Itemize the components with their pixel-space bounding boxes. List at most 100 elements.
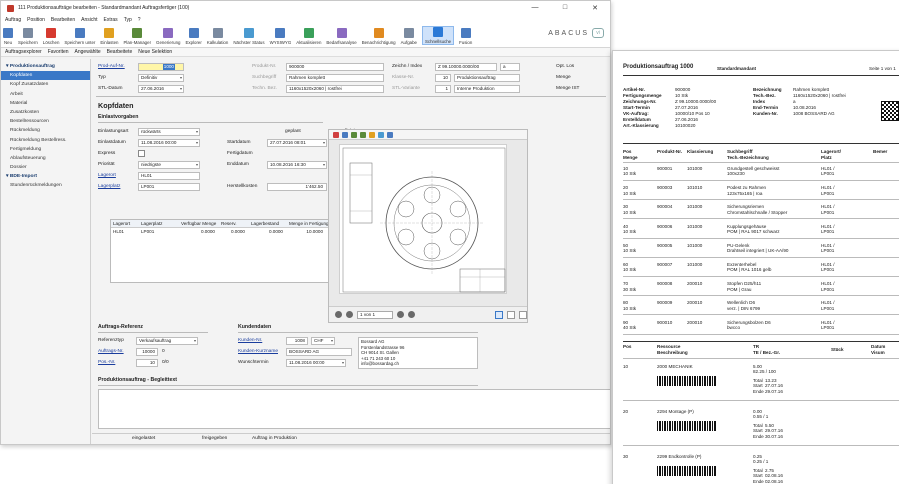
drawing-viewer: 1 von 1 bbox=[328, 129, 528, 323]
prioritaet-select[interactable]: niedrigste ▾ bbox=[138, 161, 200, 169]
favorites-tab[interactable]: Favoriten bbox=[48, 49, 69, 55]
kurzname-label[interactable]: Kunden-Kurzname bbox=[238, 348, 278, 356]
maximize-button[interactable]: □ bbox=[550, 4, 580, 12]
pdf-icon[interactable] bbox=[333, 131, 339, 138]
doc-row-produkt: 900001 bbox=[657, 166, 673, 171]
close-button[interactable]: ✕ bbox=[580, 4, 610, 12]
grid-cell: HL01 bbox=[113, 229, 124, 234]
first-page-icon[interactable] bbox=[335, 311, 342, 318]
lagerort-label[interactable]: Lagerort bbox=[98, 172, 116, 180]
grid-col-verfuegbar[interactable]: Verfügbar Menge bbox=[179, 220, 219, 227]
menu-help[interactable]: ? bbox=[138, 17, 141, 23]
auftrag-nr-label[interactable]: Auftrags-Nr. bbox=[98, 348, 124, 356]
pos-nr-input[interactable]: 10 bbox=[136, 359, 158, 367]
sidebar-item[interactable]: Kopfdaten bbox=[1, 71, 90, 81]
menu-auftrag[interactable]: Auftrag bbox=[5, 17, 21, 23]
grid-col-lagerort[interactable]: Lagerort bbox=[111, 220, 139, 227]
ribbon-toolbar: Neu Speichern Löschen Speichern unter Einlas… bbox=[1, 24, 610, 48]
auftrag-nr-input[interactable]: 10000 bbox=[136, 348, 158, 356]
doc-row-menge: 40 Stk bbox=[623, 325, 637, 330]
explorer-tab[interactable]: Auftragsexplorer bbox=[5, 49, 42, 55]
new-selection-tab[interactable]: Neue Selektion bbox=[138, 49, 172, 55]
express-checkbox[interactable] bbox=[138, 150, 145, 157]
sidebar-item[interactable]: Rückmeldung bbox=[1, 126, 90, 135]
selected-tab[interactable]: Angewählte bbox=[75, 49, 101, 55]
print-icon[interactable] bbox=[342, 131, 348, 138]
einlastdatum-input[interactable]: 11.08.2016 00:00 ▾ bbox=[138, 139, 200, 147]
referenztyp-select[interactable]: Verkaufsauftrag ▾ bbox=[136, 337, 198, 345]
typ-select[interactable]: Definitiv ▾ bbox=[138, 74, 184, 82]
lagerort-input[interactable]: HL01 bbox=[138, 172, 200, 180]
prod-auf-nr-input[interactable]: 1000 bbox=[138, 63, 184, 71]
save-button[interactable]: Speichern bbox=[18, 28, 38, 45]
sidebar-item[interactable]: Fertigmeldung bbox=[1, 145, 90, 154]
prod-auf-nr-label[interactable]: Prod-Auf-Nr. bbox=[98, 63, 125, 71]
task-button[interactable]: Aufgabe bbox=[401, 28, 417, 45]
grid-col-lagerplatz[interactable]: Lagerplatz bbox=[139, 220, 179, 227]
status-button[interactable]: Nächster Status bbox=[233, 28, 265, 45]
sidebar-item[interactable]: Stundenrückmeldungen bbox=[1, 181, 90, 190]
sidebar-item[interactable]: ▾ Produktionsauftrag bbox=[1, 62, 90, 71]
sidebar-item[interactable]: Kopf Zusatzdaten bbox=[1, 80, 90, 89]
wunschtermin-input[interactable]: 11.08.2016 00:00 ▾ bbox=[286, 359, 346, 367]
grid-view-icon[interactable] bbox=[507, 310, 515, 319]
last-page-icon[interactable] bbox=[408, 311, 415, 318]
currency-select[interactable]: CHF ▾ bbox=[311, 337, 335, 345]
sidebar-item[interactable]: Rückmeldung Bestellress. bbox=[1, 136, 90, 145]
grid-col-reserv[interactable]: Reserv. bbox=[219, 220, 249, 227]
refresh-button[interactable]: Aktualisieren bbox=[296, 28, 321, 45]
fit-icon[interactable] bbox=[378, 131, 384, 138]
ribbon-label: Speichern unter bbox=[64, 40, 96, 45]
sidebar-item[interactable]: Ablaufsteuerung bbox=[1, 154, 90, 163]
kunden-nr-label[interactable]: Kunden-Nr. bbox=[238, 337, 262, 345]
page-indicator[interactable]: 1 von 1 bbox=[357, 310, 393, 319]
calculator-button[interactable]: Kalkulation bbox=[207, 28, 228, 45]
plan-button[interactable]: Plan-Manager bbox=[123, 28, 151, 45]
menu-typ[interactable]: Typ bbox=[124, 17, 132, 23]
begleittext-textarea[interactable] bbox=[98, 389, 610, 429]
sidebar-item[interactable]: Arbeit bbox=[1, 90, 90, 99]
einlastungsart-select[interactable]: rückwärts ▾ bbox=[138, 128, 200, 136]
schedule-button[interactable]: Einlasten bbox=[100, 28, 118, 45]
sidebar-item[interactable]: ▾ BDE-Import bbox=[1, 172, 90, 181]
kunden-nr-input[interactable]: 1008 bbox=[286, 337, 308, 345]
fusion-button[interactable]: Fusion bbox=[459, 28, 472, 45]
lagerplatz-label[interactable]: Lagerplatz bbox=[98, 183, 120, 191]
rotate-icon[interactable] bbox=[369, 131, 375, 138]
sidebar-item[interactable]: Zusatzkosten bbox=[1, 108, 90, 117]
lagerplatz-input[interactable]: LP001 bbox=[138, 183, 200, 191]
sidebar-item[interactable]: Bestellressourcen bbox=[1, 117, 90, 126]
next-page-icon[interactable] bbox=[397, 311, 404, 318]
stl-datum-input[interactable]: 27.06.2016 ▾ bbox=[138, 85, 184, 93]
analysis-button[interactable]: Bedarfsanalyse bbox=[326, 28, 357, 45]
menu-ansicht[interactable]: Ansicht bbox=[81, 17, 97, 23]
explorer-button[interactable]: Explorer bbox=[185, 28, 202, 45]
kurzname-input[interactable]: BOSSARD AG bbox=[286, 348, 352, 356]
table-row[interactable]: HL01 LP001 0.0000 0.0000 0.0000 10.0000 bbox=[111, 228, 351, 236]
sidebar-item[interactable]: Material bbox=[1, 99, 90, 108]
minimize-button[interactable]: — bbox=[520, 4, 550, 12]
grid-header: Lagerort Lagerplatz Verfügbar Menge Rese… bbox=[111, 220, 351, 228]
save-as-button[interactable]: Speichern unter bbox=[64, 28, 95, 45]
preview-button[interactable]: WYSIWYG bbox=[270, 28, 291, 45]
sidebar-item[interactable]: Dossier bbox=[1, 163, 90, 172]
quicksearch-button[interactable]: Schnellsuche bbox=[421, 26, 455, 45]
info-icon[interactable] bbox=[387, 131, 393, 138]
zoom-in-icon[interactable] bbox=[351, 131, 357, 138]
edited-tab[interactable]: Bearbeitete bbox=[107, 49, 133, 55]
enddatum-input[interactable]: 10.08.2016 16:30 ▾ bbox=[267, 161, 327, 169]
single-view-icon[interactable] bbox=[495, 310, 503, 319]
zoom-out-icon[interactable] bbox=[360, 131, 366, 138]
menu-bearbeiten[interactable]: Bearbeiten bbox=[51, 17, 75, 23]
notify-button[interactable]: Benachrichtigung bbox=[362, 28, 396, 45]
delete-button[interactable]: Löschen bbox=[43, 28, 59, 45]
grid-col-lagerbestand[interactable]: Lagerbestand bbox=[249, 220, 287, 227]
startdatum-input[interactable]: 27.07.2016 08:01 ▾ bbox=[267, 139, 327, 147]
new-button[interactable]: Neu bbox=[3, 28, 13, 45]
menu-position[interactable]: Position bbox=[27, 17, 45, 23]
generate-button[interactable]: Generierung bbox=[156, 28, 180, 45]
list-view-icon[interactable] bbox=[519, 310, 527, 319]
menu-extras[interactable]: Extras bbox=[104, 17, 118, 23]
prev-page-icon[interactable] bbox=[346, 311, 353, 318]
pos-nr-label[interactable]: Pos.-Nr. bbox=[98, 359, 115, 367]
